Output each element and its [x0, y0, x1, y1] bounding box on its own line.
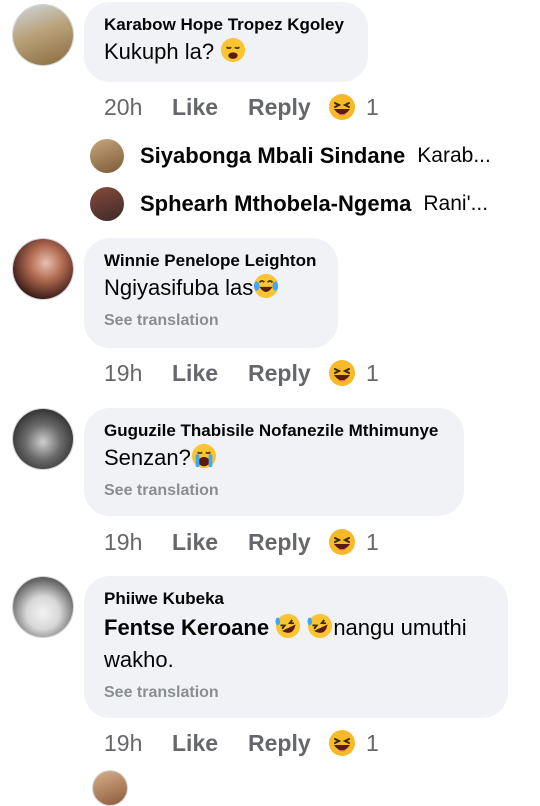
like-button[interactable]: Like	[172, 529, 248, 556]
comment-author[interactable]: Phiiwe Kubeka	[104, 588, 488, 610]
comment-text: Kukuph la?	[104, 36, 348, 68]
like-button[interactable]: Like	[172, 360, 248, 387]
comment-text: Fentse Keroane nangu umuthi wakho.	[104, 612, 488, 676]
like-button[interactable]: Like	[172, 94, 248, 121]
see-translation-link[interactable]: See translation	[104, 310, 318, 332]
haha-reaction-icon[interactable]	[328, 729, 356, 757]
weary-face-icon	[220, 37, 246, 63]
see-translation-link[interactable]: See translation	[104, 480, 444, 502]
like-button[interactable]: Like	[172, 730, 248, 757]
reply-snippet[interactable]: Rani'...	[423, 192, 488, 216]
comment-time[interactable]: 19h	[104, 730, 172, 757]
comment-text: Senzan?	[104, 442, 444, 474]
reply-button[interactable]: Reply	[248, 94, 328, 121]
reply-button[interactable]: Reply	[248, 529, 328, 556]
avatar[interactable]	[12, 4, 74, 66]
comment-author[interactable]: Karabow Hope Tropez Kgoley	[104, 14, 348, 36]
comment-text-content: Kukuph la?	[104, 39, 215, 64]
comment-time[interactable]: 19h	[104, 529, 172, 556]
comment-text-content: Senzan?	[104, 445, 191, 470]
reaction-count[interactable]: 1	[366, 360, 379, 387]
reply-item[interactable]: Sphearh Mthobela-Ngema Rani'...	[90, 184, 488, 224]
comment-author[interactable]: Winnie Penelope Leighton	[104, 250, 318, 272]
crying-laughing-face-icon	[253, 273, 279, 299]
mention-link[interactable]: Fentse Keroane	[104, 615, 269, 640]
comment-bubble: Phiiwe Kubeka Fentse Keroane nangu umuth…	[84, 576, 508, 718]
reply-item[interactable]: Siyabonga Mbali Sindane Karab...	[90, 136, 491, 176]
avatar[interactable]	[12, 408, 74, 470]
comment-text-content: wakho.	[104, 647, 174, 672]
reply-avatar[interactable]	[90, 187, 124, 221]
comment-text: Ngiyasifuba las	[104, 272, 318, 304]
comment-actions: 19h Like Reply 1	[104, 358, 379, 388]
haha-reaction-icon[interactable]	[328, 528, 356, 556]
see-translation-link[interactable]: See translation	[104, 682, 488, 704]
comment-bubble: Guguzile Thabisile Nofanezile Mthimunye …	[84, 408, 464, 516]
reply-author[interactable]: Sphearh Mthobela-Ngema	[140, 191, 411, 217]
comment-actions: 20h Like Reply 1	[104, 92, 379, 122]
rolling-laughing-face-icon	[275, 613, 301, 639]
haha-reaction-icon[interactable]	[328, 93, 356, 121]
comment-time[interactable]: 19h	[104, 360, 172, 387]
haha-reaction-icon[interactable]	[328, 359, 356, 387]
avatar[interactable]	[12, 576, 74, 638]
reply-avatar[interactable]	[90, 139, 124, 173]
avatar[interactable]	[12, 238, 74, 300]
avatar[interactable]	[92, 770, 128, 806]
comment-bubble: Karabow Hope Tropez Kgoley Kukuph la?	[84, 2, 368, 82]
rolling-laughing-face-icon	[307, 613, 333, 639]
comment-actions: 19h Like Reply 1	[104, 728, 379, 758]
reaction-count[interactable]: 1	[366, 529, 379, 556]
comment-text-content: Ngiyasifuba las	[104, 275, 254, 300]
reaction-count[interactable]: 1	[366, 730, 379, 757]
reply-button[interactable]: Reply	[248, 730, 328, 757]
comment-actions: 19h Like Reply 1	[104, 527, 379, 557]
reaction-count[interactable]: 1	[366, 94, 379, 121]
comment-bubble: Winnie Penelope Leighton Ngiyasifuba las…	[84, 238, 338, 348]
crying-face-icon	[191, 443, 217, 469]
reply-author[interactable]: Siyabonga Mbali Sindane	[140, 143, 405, 169]
reply-snippet[interactable]: Karab...	[417, 144, 491, 168]
reply-button[interactable]: Reply	[248, 360, 328, 387]
comment-time[interactable]: 20h	[104, 94, 172, 121]
comment-author[interactable]: Guguzile Thabisile Nofanezile Mthimunye	[104, 420, 444, 442]
comment-text-content: nangu umuthi	[333, 615, 467, 640]
